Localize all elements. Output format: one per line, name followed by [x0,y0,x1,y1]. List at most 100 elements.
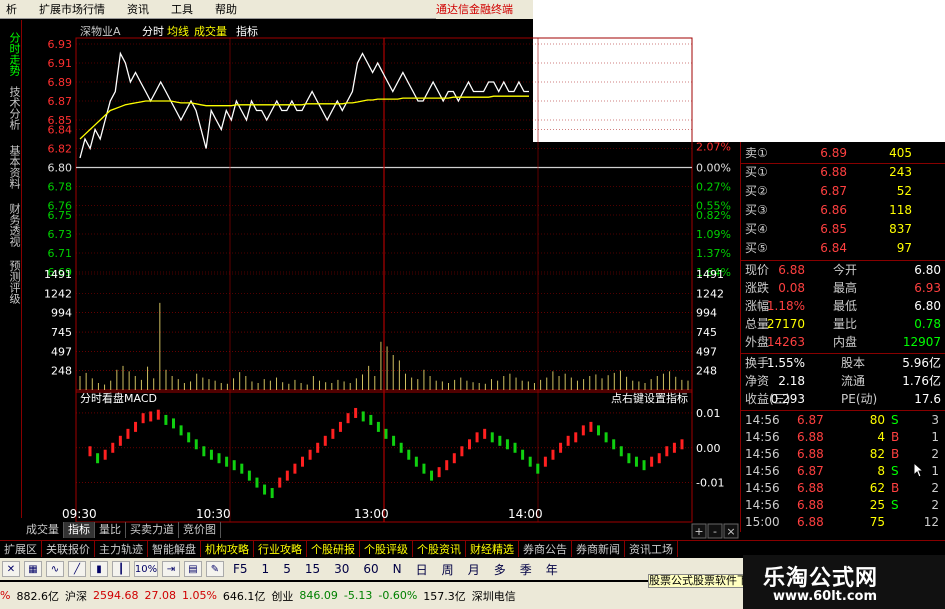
period-button-4[interactable]: 30 [334,562,349,576]
price-tick-label: 6.84 [48,124,73,137]
section-tab-8[interactable]: 个股资讯 [413,541,466,557]
stat-value: 1.18% [766,299,805,313]
stat-row-4: 外盘 14263 内盘 12907 [745,334,945,351]
table-icon[interactable]: ▦ [24,561,42,577]
indicator-tab-1[interactable]: 指标 [64,522,95,538]
pct-icon[interactable]: 10% [134,561,158,577]
section-tab-9[interactable]: 财经精选 [466,541,519,557]
buy-row-3: 买③ 6.86 118 [745,202,945,219]
section-tab-6[interactable]: 个股研报 [307,541,360,557]
buy-row-1: 买① 6.88 243 [745,164,945,181]
news-ticker[interactable]: 股票公式股票软件下 [648,574,758,588]
price-tick-label: 6.82 [48,143,73,156]
quote-label: 买① [745,165,768,179]
time-tick-label: 13:00 [354,507,389,521]
quote-volume: 52 [896,184,912,198]
section-tab-10[interactable]: 券商公告 [519,541,572,557]
period-button-1[interactable]: 1 [262,562,270,576]
stat-label: 现价 [745,263,770,277]
indicator-tab-0[interactable]: 成交量 [22,522,64,538]
quote-divider [741,410,945,411]
macd-hint: 点右键设置指标 [611,391,688,405]
section-tab-1[interactable]: 关联报价 [42,541,95,557]
scroll-control-label: × [726,525,735,538]
period-button-11[interactable]: 季 [520,561,532,578]
period-button-6[interactable]: N [393,562,402,576]
tick-direction: S [891,498,899,512]
status-item-11: 157.3亿 [423,589,466,603]
pencil-icon[interactable]: ✎ [206,561,224,577]
period-button-8[interactable]: 周 [442,561,454,578]
stat-value: 6.88 [778,263,805,277]
stat-label-2: 最高 [833,281,858,295]
chart-header-3[interactable]: 成交量 [194,24,227,38]
section-tab-2[interactable]: 主力轨迹 [95,541,148,557]
sell-1-row: 卖① 6.89 405 [745,145,945,162]
period-button-2[interactable]: 5 [283,562,291,576]
section-tab-5[interactable]: 行业攻略 [254,541,307,557]
section-tab-0[interactable]: 扩展区 [0,541,42,557]
tick-price: 6.88 [797,430,824,444]
tick-time: 14:56 [745,430,780,444]
section-tab-11[interactable]: 券商新闻 [572,541,625,557]
period-button-0[interactable]: F5 [233,562,248,576]
price-tick-label: 6.89 [48,76,73,89]
section-tab-7[interactable]: 个股评级 [360,541,413,557]
indicator-tab-3[interactable]: 买卖力道 [126,522,179,538]
quote-label: 买③ [745,203,768,217]
export-icon[interactable]: ⇥ [162,561,180,577]
price-tick-label: 6.73 [48,228,73,241]
tick-count: 2 [931,498,939,512]
period-button-5[interactable]: 60 [363,562,378,576]
section-tab-4[interactable]: 机构攻略 [201,541,254,557]
fund-row-0: 换手 1.55% 股本 5.96亿 [745,355,945,372]
chart-header-2[interactable]: 均线 [167,24,189,38]
stat-label: 涨幅 [745,299,770,313]
time-tick-label: 09:30 [62,507,97,521]
stat-value: 0.08 [778,281,805,295]
bars-icon[interactable]: ▮ [90,561,108,577]
grid-icon[interactable]: ▤ [184,561,202,577]
intraday-chart[interactable]: 6.936.916.896.876.856.846.826.806.786.76… [0,0,740,540]
indicator-tab-4[interactable]: 竞价图 [179,522,221,538]
line-icon[interactable]: ╱ [68,561,86,577]
quote-volume: 243 [889,165,912,179]
price-tick-label: 6.80 [48,162,73,175]
macd-tick-label: -0.01 [696,477,724,490]
price-tick-label: 6.93 [48,38,73,51]
stat-row-1: 涨跌 0.08 最高 6.93 [745,280,945,297]
chart-header-1[interactable]: 分时 [142,25,164,38]
stat-label: 涨跌 [745,281,770,295]
stat-row-0: 现价 6.88 今开 6.80 [745,262,945,279]
pct-tick-label-top: 2.07% [696,141,731,154]
quote-volume: 837 [889,222,912,236]
fund-label-2: 流通 [841,374,866,388]
buy-row-4: 买④ 6.85 837 [745,221,945,238]
period-button-7[interactable]: 日 [416,561,428,578]
volume-tick-label-right: 1491 [696,268,724,281]
macd-title: 分时看盘MACD [80,391,157,405]
wave-icon[interactable]: ∿ [46,561,64,577]
tick-count: 2 [931,481,939,495]
tick-volume: 8 [877,464,885,478]
chart-header-4[interactable]: 指标 [236,24,258,38]
period-button-12[interactable]: 年 [546,561,558,578]
fund-row-1: 净资 2.18 流通 1.76亿 [745,373,945,390]
x-icon[interactable]: ✕ [2,561,20,577]
indicator-tab-2[interactable]: 量比 [95,522,126,538]
tick-price: 6.87 [797,413,824,427]
status-item-1: 882.6亿 [16,589,59,603]
candle-icon[interactable]: ┃ [112,561,130,577]
section-tab-3[interactable]: 智能解盘 [148,541,201,557]
tick-price: 6.87 [797,464,824,478]
fund-value: 0.293 [770,392,805,406]
volume-tick-label-right: 248 [696,365,717,378]
period-button-3[interactable]: 15 [305,562,320,576]
section-tab-12[interactable]: 资讯工场 [625,541,678,557]
quote-price: 6.87 [820,184,847,198]
period-button-10[interactable]: 多 [494,561,506,578]
tick-count: 3 [931,413,939,427]
quote-volume: 97 [896,241,912,255]
period-button-9[interactable]: 月 [468,561,480,578]
fund-value: 1.55% [766,356,805,370]
